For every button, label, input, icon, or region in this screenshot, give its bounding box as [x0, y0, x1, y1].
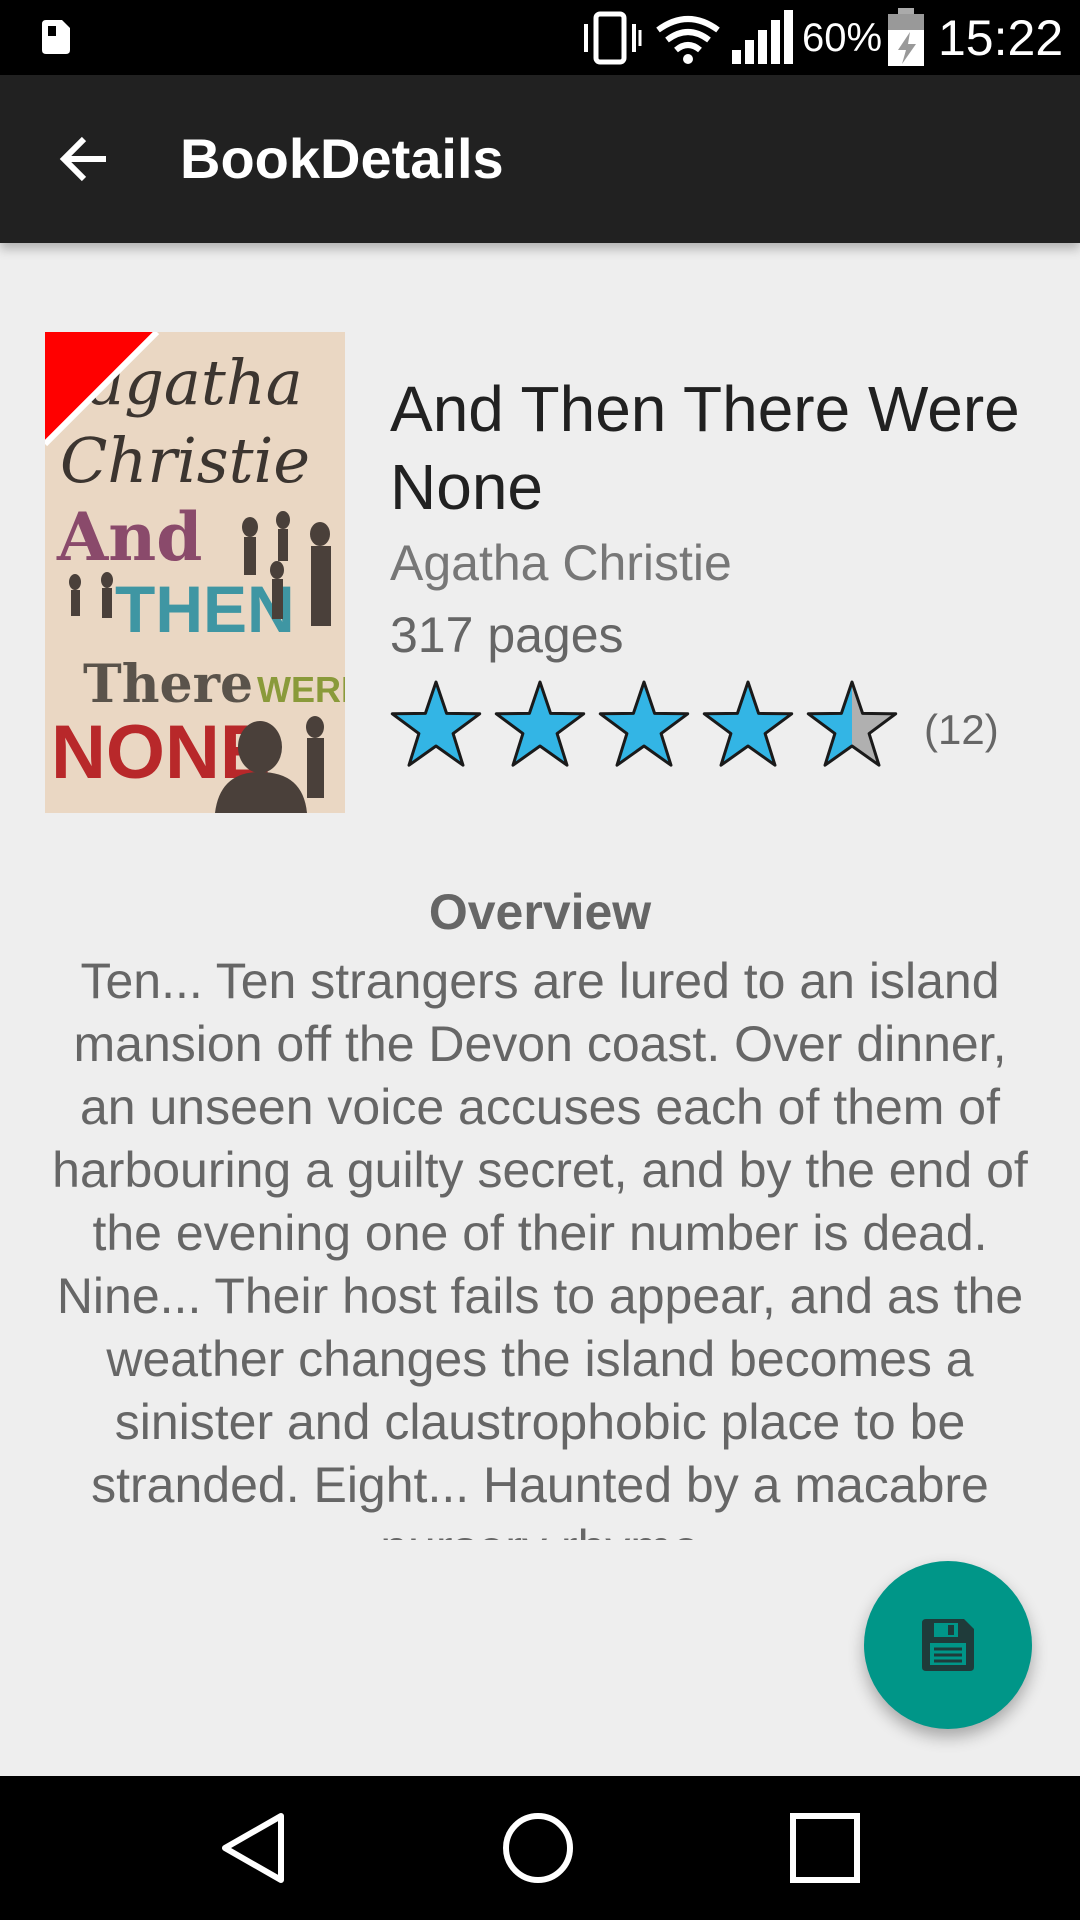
overview-text: Ten... Ten strangers are lured to an isl… [52, 953, 1028, 1540]
book-info: And Then There Were None Agatha Christie… [390, 370, 1050, 666]
page-title: BookDetails [180, 127, 504, 190]
signal-icon [732, 10, 793, 64]
overview-scroll[interactable]: Ten... Ten strangers are lured to an isl… [40, 950, 1040, 1540]
book-cover: agatha Christie And THEN There WERE NONE [45, 332, 345, 813]
vibrate-icon [584, 11, 642, 65]
cover-text-5: WERE [257, 669, 345, 710]
rating-bar[interactable]: (12) [390, 678, 1050, 778]
nav-recents-icon[interactable] [785, 1808, 865, 1888]
nav-home-icon[interactable] [498, 1808, 578, 1888]
save-fab-button[interactable] [864, 1561, 1032, 1729]
back-button[interactable] [44, 119, 124, 199]
book-pages: 317 pages [390, 607, 624, 663]
sim-icon [42, 20, 70, 54]
navigation-bar [0, 1776, 1080, 1920]
overview-heading: Overview [428, 884, 652, 940]
star-icon[interactable] [806, 680, 898, 767]
battery-percent: 60% [802, 16, 883, 60]
book-title: And Then There Were None [390, 373, 1020, 523]
battery-charging-icon [888, 8, 924, 66]
book-author: Agatha Christie [390, 535, 732, 591]
clock: 15:22 [938, 10, 1064, 66]
rating-stars [390, 680, 898, 767]
star-icon[interactable] [494, 680, 586, 767]
nav-back-icon[interactable] [215, 1808, 295, 1888]
cover-text-4: There [83, 654, 253, 715]
app-bar: BookDetails [0, 75, 1080, 243]
cover-text-1: Christie [60, 424, 310, 497]
status-bar: 60% 15:22 [0, 0, 1080, 75]
star-icon[interactable] [702, 680, 794, 767]
save-icon [922, 1619, 974, 1671]
cover-text-2: And [56, 498, 202, 576]
rating-count: (12) [924, 706, 999, 753]
star-icon[interactable] [598, 680, 690, 767]
book-cover-art: agatha Christie And THEN There WERE NONE [45, 332, 345, 813]
arrow-back-icon [59, 136, 106, 182]
cover-text-3: THEN [115, 572, 295, 646]
star-icon[interactable] [390, 680, 482, 767]
wifi-icon [656, 16, 720, 64]
